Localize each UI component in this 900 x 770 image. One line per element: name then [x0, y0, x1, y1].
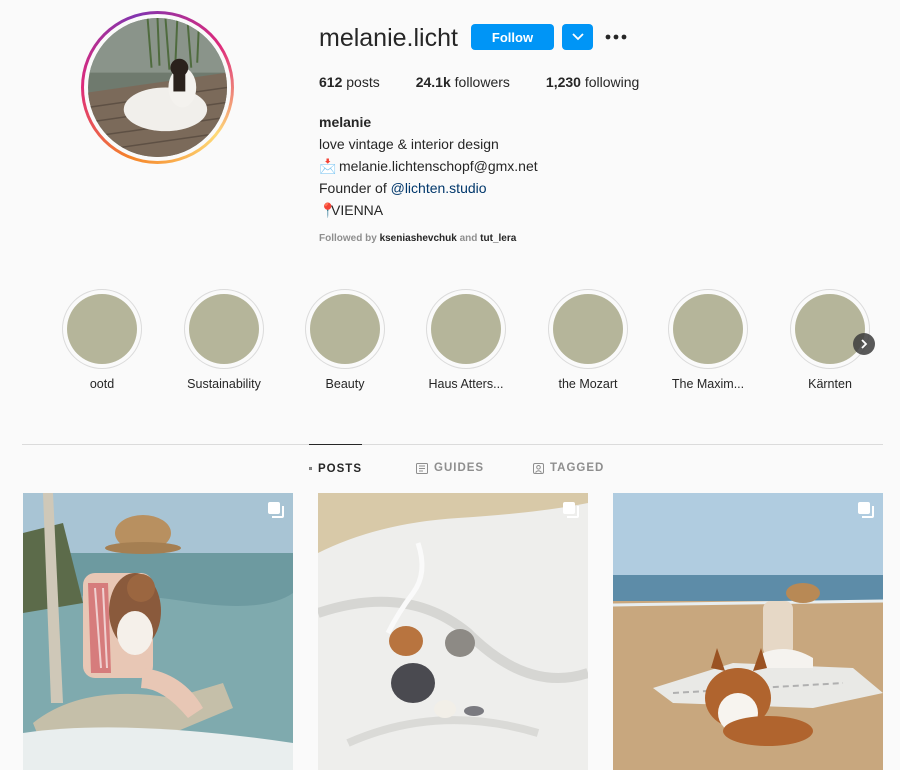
highlight-cover	[310, 294, 380, 364]
post-thumbnail[interactable]	[613, 493, 883, 770]
highlight-haus-attersee[interactable]: Haus Atters...	[416, 289, 516, 391]
profile-stats: 612 posts 24.1k followers 1,230 followin…	[319, 74, 675, 90]
suggested-accounts-button[interactable]	[562, 24, 593, 50]
follow-button[interactable]: Follow	[471, 24, 554, 50]
bio-email-row: 📩 melanie.lichtenschopf@gmx.net	[319, 155, 538, 177]
highlight-label: the Mozart	[558, 377, 618, 391]
bio-founder-prefix: Founder of	[319, 180, 387, 196]
post-image	[23, 493, 293, 770]
tab-posts-label: POSTS	[318, 462, 362, 475]
profile-avatar-ring[interactable]	[81, 11, 234, 164]
more-options-button[interactable]	[603, 27, 629, 47]
tab-guides-label: GUIDES	[434, 462, 485, 474]
highlight-sustainability[interactable]: Sustainability	[174, 289, 274, 391]
highlights-next-button[interactable]	[853, 333, 875, 355]
bio-founder-row: Founder of @lichten.studio	[319, 177, 538, 199]
tab-guides[interactable]: GUIDES	[416, 444, 484, 492]
highlight-cover	[189, 294, 259, 364]
posts-count: 612	[319, 74, 343, 90]
highlight-cover	[553, 294, 623, 364]
post-thumbnail[interactable]	[318, 493, 588, 770]
post-image	[318, 493, 588, 770]
multiple-images-icon	[858, 502, 874, 518]
followed-by-user[interactable]: kseniashevchuk	[380, 233, 457, 244]
followers-stat[interactable]: 24.1k followers	[416, 74, 510, 90]
highlight-label: Kärnten	[808, 377, 852, 391]
profile-username: melanie.licht	[319, 24, 458, 52]
following-count: 1,230	[545, 74, 581, 90]
highlight-the-mozart[interactable]: the Mozart	[538, 289, 638, 391]
chevron-right-icon	[861, 339, 868, 349]
tab-tagged-label: TAGGED	[550, 462, 605, 474]
highlight-label: Haus Atters...	[428, 377, 504, 391]
highlight-the-maxim[interactable]: The Maxim...	[658, 289, 758, 391]
bio-line: love vintage & interior design	[319, 136, 499, 152]
posts-label: posts	[346, 74, 380, 90]
followers-label: followers	[454, 74, 510, 90]
profile-full-name: melanie	[319, 114, 372, 130]
post-thumbnail[interactable]	[23, 493, 293, 770]
followed-by-and: and	[459, 233, 478, 244]
post-image	[613, 493, 883, 770]
posts-stat: 612 posts	[319, 74, 380, 90]
highlight-label: The Maxim...	[671, 377, 745, 391]
following-stat[interactable]: 1,230 following	[546, 74, 639, 90]
more-dots-icon	[605, 34, 627, 40]
chevron-down-icon	[571, 33, 584, 41]
guides-icon	[416, 462, 428, 474]
grid-icon	[309, 466, 313, 471]
highlight-cover	[431, 294, 501, 364]
profile-bio: melanie love vintage & interior design 📩…	[319, 111, 538, 221]
bio-email: melanie.lichtenschopf@gmx.net	[339, 158, 538, 174]
followers-count: 24.1k	[415, 74, 451, 90]
bio-location-row: 📍 VIENNA	[319, 199, 538, 221]
followed-by[interactable]: Followed by kseniashevchuk and tut_lera	[319, 233, 516, 244]
tab-tagged[interactable]: TAGGED	[533, 444, 604, 492]
bio-founder-link[interactable]: @lichten.studio	[391, 177, 487, 199]
bio-location: VIENNA	[331, 202, 384, 218]
tab-posts[interactable]: POSTS	[309, 444, 362, 492]
multiple-images-icon	[563, 502, 579, 518]
highlight-label: Beauty	[325, 377, 365, 391]
followed-by-prefix: Followed by	[319, 233, 377, 244]
highlight-beauty[interactable]: Beauty	[295, 289, 395, 391]
pin-icon: 📍	[319, 202, 337, 218]
following-label: following	[584, 74, 640, 90]
highlight-cover	[67, 294, 137, 364]
highlight-label: Sustainability	[187, 377, 261, 391]
highlight-cover	[673, 294, 743, 364]
followed-by-user[interactable]: tut_lera	[480, 233, 516, 244]
multiple-images-icon	[268, 502, 284, 518]
highlight-cover	[795, 294, 865, 364]
profile-avatar	[88, 18, 227, 157]
highlight-label: ootd	[89, 377, 115, 391]
envelope-icon: 📩	[319, 158, 337, 174]
tagged-icon	[533, 462, 544, 474]
highlight-ootd[interactable]: ootd	[52, 289, 152, 391]
